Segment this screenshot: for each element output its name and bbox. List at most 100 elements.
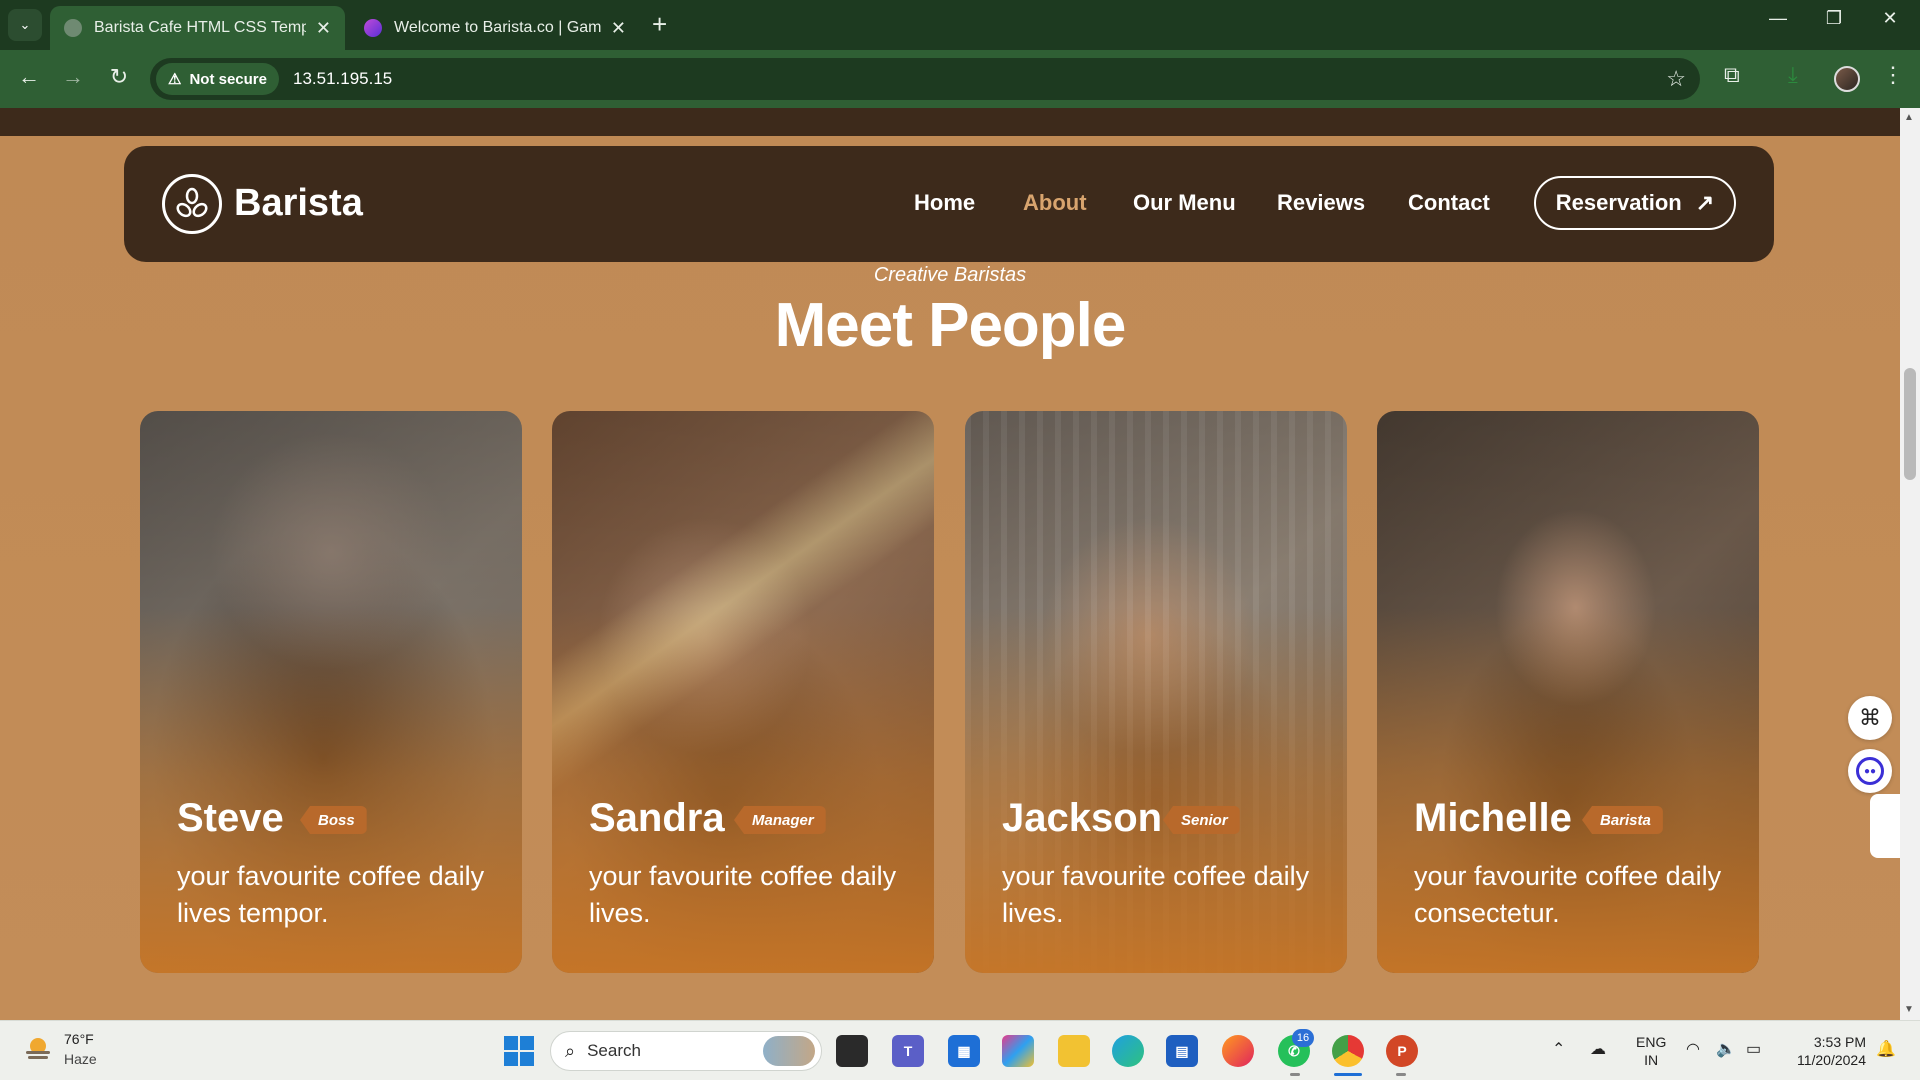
- url-text[interactable]: 13.51.195.15: [293, 69, 392, 89]
- site-security-chip[interactable]: ⚠ Not secure: [156, 63, 279, 95]
- barista-logo-icon[interactable]: [162, 174, 222, 234]
- powerpoint-icon[interactable]: P: [1386, 1035, 1418, 1067]
- page-viewport: Barista Home About Our Menu Reviews Cont…: [0, 108, 1900, 1020]
- arrow-up-right-icon: ↗: [1695, 190, 1715, 215]
- brand-name[interactable]: Barista: [234, 182, 363, 225]
- minimize-icon[interactable]: —: [1758, 8, 1798, 29]
- scroll-up-arrow-icon[interactable]: ▲: [1904, 112, 1914, 123]
- member-description: your favourite coffee daily lives.: [1002, 861, 1310, 928]
- member-role-badge: Senior: [1163, 806, 1240, 834]
- section-title: Meet People: [774, 291, 1127, 360]
- task-view-icon[interactable]: [836, 1035, 868, 1067]
- chrome-active-indicator: [1334, 1073, 1362, 1076]
- chrome-menu-kebab-icon[interactable]: ⋮: [1882, 62, 1904, 88]
- battery-icon[interactable]: ▭: [1746, 1039, 1761, 1059]
- nav-home[interactable]: Home: [914, 190, 975, 216]
- input-language[interactable]: ENG IN: [1636, 1033, 1666, 1069]
- page-scrollbar[interactable]: ▲ ▼: [1900, 108, 1920, 1020]
- weather-haze-icon[interactable]: [22, 1033, 54, 1065]
- tab-search-chevron-icon[interactable]: ⌄: [8, 9, 42, 41]
- browser-toolbar: ← → ↻ ⚠ Not secure 13.51.195.15 ☆ ⧉ ⤓ ⋮: [0, 50, 1920, 108]
- bookmark-star-icon[interactable]: ☆: [1666, 66, 1686, 92]
- clock-time: 3:53 PM: [1813, 1034, 1866, 1050]
- restore-icon[interactable]: ❐: [1814, 8, 1854, 29]
- scroll-thumb[interactable]: [1904, 368, 1916, 480]
- team-card-michelle[interactable]: Michelle Barista your favourite coffee d…: [1377, 411, 1759, 973]
- windows-start-icon[interactable]: [504, 1036, 534, 1066]
- nav-our-menu[interactable]: Our Menu: [1133, 190, 1236, 216]
- team-card-sandra[interactable]: Sandra Manager your favourite coffee dai…: [552, 411, 934, 973]
- tab-gamma[interactable]: Welcome to Barista.co | Gamma ✕: [350, 6, 640, 50]
- search-label: Search: [587, 1041, 641, 1060]
- security-label: Not secure: [189, 70, 267, 88]
- side-panel-tab[interactable]: [1870, 794, 1900, 858]
- member-description: your favourite coffee daily consectetur.: [1414, 861, 1722, 928]
- chrome-icon[interactable]: [1332, 1035, 1364, 1067]
- volume-icon[interactable]: 🔈: [1716, 1039, 1736, 1059]
- windows-taskbar: 76°F Haze ⌕ Search T ▦ ▤ ✆ 16 P ⌃ ☁ ENG …: [0, 1020, 1920, 1080]
- member-description: your favourite coffee daily lives.: [589, 861, 897, 928]
- command-shortcut-icon[interactable]: ⌘: [1848, 696, 1892, 740]
- close-tab-icon[interactable]: ✕: [611, 18, 626, 39]
- extensions-puzzle-icon[interactable]: ⧉: [1724, 62, 1740, 88]
- profile-avatar[interactable]: [1834, 66, 1860, 92]
- weather-condition[interactable]: Haze: [64, 1051, 97, 1067]
- tab-barista-template[interactable]: Barista Cafe HTML CSS Templat ✕: [50, 6, 345, 50]
- nav-contact[interactable]: Contact: [1408, 190, 1490, 216]
- nav-reviews[interactable]: Reviews: [1277, 190, 1365, 216]
- system-clock[interactable]: 3:53 PM 11/20/2024: [1788, 1033, 1866, 1069]
- close-window-icon[interactable]: ✕: [1870, 8, 1910, 29]
- search-highlight-image: [763, 1036, 815, 1066]
- team-card-jackson[interactable]: Jackson Senior your favourite coffee dai…: [965, 411, 1347, 973]
- browser-tab-bar: ⌄ Barista Cafe HTML CSS Templat ✕ Welcom…: [0, 0, 1920, 50]
- member-name: Sandra: [589, 796, 725, 840]
- calendar-icon[interactable]: ▦: [948, 1035, 980, 1067]
- whatsapp-running-indicator: [1290, 1073, 1300, 1076]
- globe-icon: [64, 19, 82, 37]
- forward-arrow-icon[interactable]: →: [58, 64, 88, 90]
- reservation-label: Reservation: [1555, 190, 1682, 215]
- powerpoint-running-indicator: [1396, 1073, 1406, 1076]
- whatsapp-notification-badge: 16: [1292, 1029, 1314, 1047]
- wifi-icon[interactable]: ◠: [1686, 1039, 1700, 1059]
- member-role-badge: Barista: [1582, 806, 1663, 834]
- tab-title: Welcome to Barista.co | Gamma: [394, 19, 601, 36]
- firefox-icon[interactable]: [1222, 1035, 1254, 1067]
- section-subtitle: Creative Baristas: [873, 264, 1027, 286]
- reservation-button[interactable]: Reservation ↗: [1534, 176, 1736, 230]
- back-arrow-icon[interactable]: ←: [14, 64, 44, 90]
- show-hidden-icons-chevron-icon[interactable]: ⌃: [1552, 1039, 1565, 1059]
- close-tab-icon[interactable]: ✕: [316, 18, 331, 39]
- warning-triangle-icon: ⚠: [168, 71, 182, 88]
- member-description: your favourite coffee daily lives tempor…: [177, 861, 485, 928]
- microsoft-store-icon[interactable]: ▤: [1166, 1035, 1198, 1067]
- nav-about[interactable]: About: [1023, 190, 1087, 216]
- gamma-logo-icon: [364, 19, 382, 37]
- search-icon: ⌕: [565, 1040, 576, 1061]
- assistant-bot-icon[interactable]: ●●: [1848, 749, 1892, 793]
- site-navbar: Barista Home About Our Menu Reviews Cont…: [124, 146, 1774, 262]
- member-name: Jackson: [1002, 796, 1163, 840]
- team-card-steve[interactable]: Steve Boss your favourite coffee daily l…: [140, 411, 522, 973]
- clock-date: 11/20/2024: [1796, 1052, 1866, 1068]
- member-role-badge: Boss: [300, 806, 367, 834]
- taskbar-search[interactable]: ⌕ Search: [550, 1031, 822, 1071]
- address-bar[interactable]: ⚠ Not secure 13.51.195.15 ☆: [150, 58, 1700, 100]
- language-region: IN: [1644, 1052, 1659, 1068]
- tab-title: Barista Cafe HTML CSS Templat: [94, 19, 306, 36]
- member-role-badge: Manager: [734, 806, 826, 834]
- member-name: Michelle: [1414, 796, 1572, 840]
- copilot-icon[interactable]: [1002, 1035, 1034, 1067]
- edge-icon[interactable]: [1112, 1035, 1144, 1067]
- reload-icon[interactable]: ↻: [104, 64, 134, 90]
- new-tab-plus-icon[interactable]: +: [652, 10, 667, 38]
- notifications-bell-icon[interactable]: 🔔: [1876, 1039, 1896, 1059]
- language-code: ENG: [1636, 1034, 1667, 1050]
- scroll-down-arrow-icon[interactable]: ▼: [1904, 1004, 1914, 1015]
- file-explorer-icon[interactable]: [1058, 1035, 1090, 1067]
- download-icon[interactable]: ⤓: [1788, 62, 1798, 88]
- teams-icon[interactable]: T: [892, 1035, 924, 1067]
- weather-temperature[interactable]: 76°F: [64, 1031, 94, 1047]
- member-name: Steve: [177, 796, 284, 840]
- onedrive-cloud-icon[interactable]: ☁: [1590, 1039, 1606, 1059]
